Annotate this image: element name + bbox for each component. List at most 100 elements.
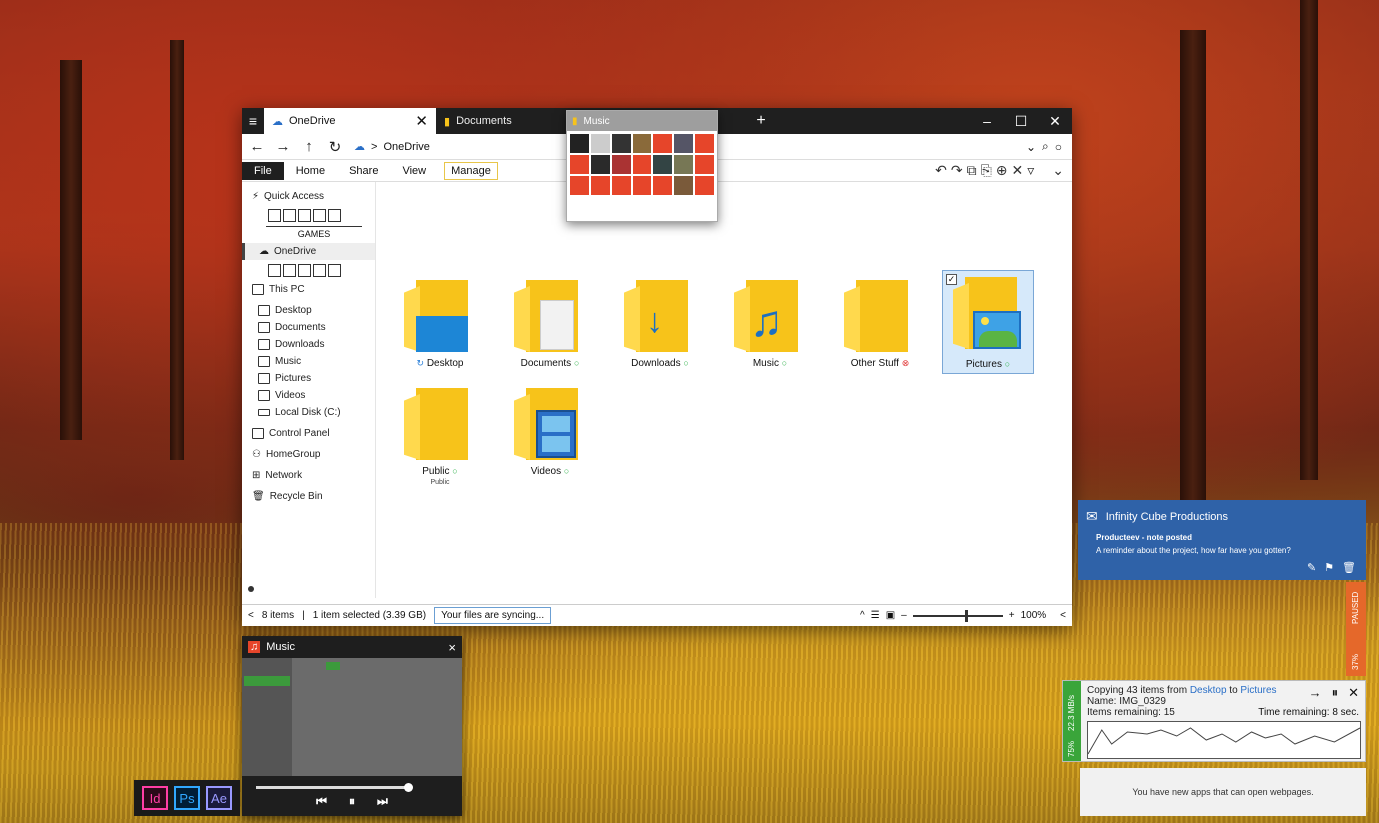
sidebar-item-this-pc[interactable]: This PC [252,281,375,298]
tab-manage[interactable]: Manage [444,161,498,180]
album-thumbnail[interactable] [611,176,631,195]
album-thumbnail[interactable] [590,176,610,195]
folder-pictures[interactable]: ✓ Pictures ○ [942,270,1034,374]
reply-icon[interactable]: ✎ [1307,561,1316,574]
pin-icon[interactable] [313,209,326,222]
music-tab-preview[interactable]: ▮ Music [566,110,718,222]
copy-icon[interactable]: ⧉ [967,162,977,179]
chevron-down-icon[interactable]: ⌄ [1026,140,1036,154]
folder-music[interactable]: ♫ Music ○ [724,274,816,378]
chevron-down-icon[interactable]: ⌄ [1052,162,1064,179]
tab-home[interactable]: Home [284,162,337,180]
folder-desktop[interactable]: ↻ Desktop [394,274,486,378]
album-thumbnail[interactable] [570,176,589,195]
pin-icon[interactable] [268,264,281,277]
minimize-button[interactable]: – [970,108,1004,134]
sidebar-item-control-panel[interactable]: Control Panel [252,425,375,442]
undo-icon[interactable]: ↶ [935,162,947,179]
web-apps-notice[interactable]: You have new apps that can open webpages… [1080,768,1366,816]
album-thumbnail[interactable] [632,176,652,195]
album-thumbnail[interactable] [632,155,652,174]
folder-public[interactable]: Public ○ Public [394,382,486,486]
pin-icon[interactable] [268,209,281,222]
sidebar-item-network[interactable]: ⊞ Network [252,467,375,484]
pause-icon[interactable]: ⏸ [1332,685,1339,701]
checkbox-icon[interactable]: ✓ [946,274,957,285]
previous-track-icon[interactable]: ⏮ [316,794,327,809]
mail-notification[interactable]: ✉ Infinity Cube Productions Producteev -… [1078,500,1366,580]
new-tab-button[interactable]: + [746,108,776,134]
folder-documents[interactable]: Documents ○ [504,274,596,378]
album-thumbnail[interactable] [632,134,652,153]
pin-icon[interactable] [283,209,296,222]
album-thumbnail[interactable] [653,155,673,174]
refresh-icon[interactable]: ↻ [324,138,346,156]
redo-icon[interactable]: ↷ [951,162,963,179]
tab-share[interactable]: Share [337,162,390,180]
folder-other-stuff[interactable]: Other Stuff ⊗ [834,274,926,378]
thumbnail-view-icon[interactable]: ▣ [886,610,895,621]
sidebar-item-pictures[interactable]: Pictures [252,370,375,387]
tab-onedrive[interactable]: ☁ OneDrive ✕ [264,108,436,134]
trash-icon[interactable]: 🗑 [1342,561,1356,574]
move-icon[interactable]: ⊕ [996,162,1008,179]
pause-icon[interactable]: ⏸ [349,794,355,809]
tab-file[interactable]: File [242,161,284,180]
pin-icon[interactable] [328,264,341,277]
collapse-icon[interactable]: < [248,610,254,621]
folder-downloads[interactable]: ↓ Downloads ○ [614,274,706,378]
chevron-up-icon[interactable]: ^ [860,610,865,621]
zoom-slider-thumb[interactable] [964,609,968,622]
playback-progress[interactable] [256,783,413,792]
copy-destination-link[interactable]: Pictures [1240,685,1276,696]
tab-view[interactable]: View [390,162,438,180]
zoom-slider[interactable] [912,609,1003,622]
album-thumbnail[interactable] [695,176,714,195]
pin-icon[interactable] [283,264,296,277]
album-thumbnail[interactable] [695,134,714,153]
after-effects-icon[interactable]: Ae [206,786,232,810]
paused-transfer-panel[interactable]: PAUSED 37% [1346,582,1366,676]
close-player-button[interactable]: × [448,640,456,655]
sidebar-item-quick-access[interactable]: ⚡ Quick Access [252,188,375,205]
folder-videos[interactable]: Videos ○ [504,382,596,486]
album-thumbnail[interactable] [611,134,631,153]
sidebar-item-downloads[interactable]: Downloads [252,336,375,353]
album-thumbnail[interactable] [590,134,610,153]
tab-documents[interactable]: ▮ Documents ✕ [436,108,586,134]
dropdown-icon[interactable]: ▿ [1027,162,1034,179]
copy-source-link[interactable]: Desktop [1190,685,1227,696]
album-thumbnail[interactable] [570,155,589,174]
pin-icon[interactable] [298,264,311,277]
album-thumbnail[interactable] [674,176,694,195]
flag-icon[interactable]: ⚑ [1324,561,1334,574]
album-thumbnail[interactable] [653,176,673,195]
close-icon[interactable]: ✕ [1348,685,1359,701]
collapse-right-icon[interactable]: < [1060,610,1066,621]
pin-icon[interactable] [298,209,311,222]
up-arrow-icon[interactable]: ↑ [298,138,320,155]
paste-icon[interactable]: ⎘ [981,162,992,179]
sidebar-item-local-disk[interactable]: Local Disk (C:) [252,404,375,421]
forward-arrow-icon[interactable]: → [272,138,294,155]
sidebar-item-videos[interactable]: Videos [252,387,375,404]
delete-icon[interactable]: ✕ [1012,162,1024,179]
album-thumbnail[interactable] [674,155,694,174]
details-view-icon[interactable]: ☰ [871,610,880,621]
zoom-out-icon[interactable]: – [901,610,907,621]
selected-nav-item[interactable] [244,676,290,686]
sidebar-item-desktop[interactable]: Desktop [252,302,375,319]
arrow-right-icon[interactable]: → [1309,685,1322,701]
sidebar-item-homegroup[interactable]: ⚇ HomeGroup [252,446,375,463]
sidebar-item-onedrive[interactable]: ☁ OneDrive [242,243,375,260]
circle-icon[interactable]: ○ [1055,140,1062,154]
sidebar-item-documents[interactable]: Documents [252,319,375,336]
pin-icon[interactable] [328,209,341,222]
album-thumbnail[interactable] [653,134,673,153]
album-thumbnail[interactable] [570,134,589,153]
indesign-icon[interactable]: Id [142,786,168,810]
sidebar-item-recycle-bin[interactable]: 🗑 Recycle Bin [252,488,375,505]
pin-icon[interactable] [313,264,326,277]
sync-status[interactable]: Your files are syncing... [434,607,552,624]
album-thumbnail[interactable] [611,155,631,174]
